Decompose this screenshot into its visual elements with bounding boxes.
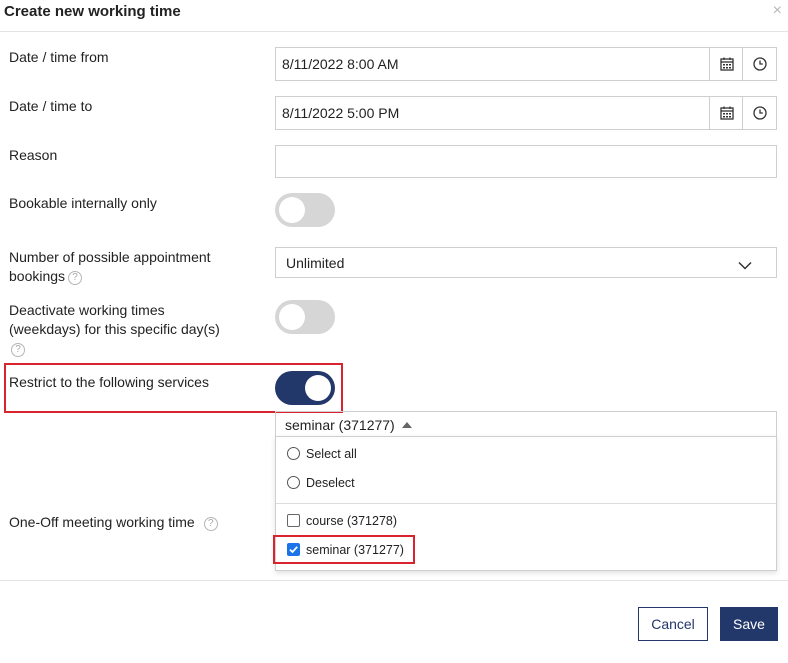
deactivate-weekdays-label-line1: Deactivate working times xyxy=(9,302,165,318)
deselect-label: Deselect xyxy=(306,476,355,490)
select-all-label: Select all xyxy=(306,447,357,461)
clock-icon[interactable] xyxy=(742,97,776,129)
service-option-label: course (371278) xyxy=(306,514,398,528)
clock-icon[interactable] xyxy=(742,48,776,80)
one-off-label-text: One-Off meeting working time xyxy=(9,514,195,530)
date-to-field[interactable]: 8/11/2022 5:00 PM xyxy=(275,96,777,130)
help-icon[interactable]: ? xyxy=(11,343,25,357)
calendar-icon[interactable] xyxy=(709,97,743,129)
bookable-internally-toggle[interactable] xyxy=(275,193,335,227)
service-option-course[interactable]: course (371278) xyxy=(287,514,397,528)
one-off-label: One-Off meeting working time? xyxy=(9,513,218,532)
toggle-knob xyxy=(279,197,305,223)
reason-input[interactable] xyxy=(275,145,777,178)
caret-up-icon xyxy=(401,422,412,428)
date-to-value[interactable]: 8/11/2022 5:00 PM xyxy=(282,105,399,121)
deselect-option[interactable]: Deselect xyxy=(287,476,355,490)
footer-divider xyxy=(0,580,788,581)
divider xyxy=(276,503,776,504)
date-from-label: Date / time from xyxy=(9,49,109,65)
date-from-value[interactable]: 8/11/2022 8:00 AM xyxy=(282,56,399,72)
radio-icon xyxy=(287,447,300,460)
dialog-header: Create new working time × xyxy=(0,0,788,32)
toggle-knob xyxy=(279,304,305,330)
possible-bookings-label-line2: bookings xyxy=(9,268,66,284)
restrict-services-toggle[interactable] xyxy=(275,371,335,405)
deactivate-weekdays-label: Deactivate working times (weekdays) for … xyxy=(9,301,220,358)
services-selected-text: seminar (371277) xyxy=(285,417,412,433)
possible-bookings-label-line1: Number of possible appointment xyxy=(9,249,211,265)
help-icon[interactable]: ? xyxy=(203,517,218,531)
date-to-label: Date / time to xyxy=(9,98,93,114)
possible-bookings-value: Unlimited xyxy=(286,255,345,271)
checkbox-icon[interactable] xyxy=(287,514,300,527)
save-button[interactable]: Save xyxy=(720,607,778,641)
toggle-knob xyxy=(305,375,331,401)
calendar-icon[interactable] xyxy=(709,48,743,80)
close-icon[interactable]: × xyxy=(773,2,782,20)
reason-label: Reason xyxy=(9,147,58,163)
services-multiselect[interactable]: seminar (371277) xyxy=(275,411,777,437)
possible-bookings-label: Number of possible appointment bookings? xyxy=(9,248,211,286)
chevron-down-icon xyxy=(738,257,752,275)
restrict-services-label: Restrict to the following services xyxy=(9,374,209,390)
cancel-button[interactable]: Cancel xyxy=(638,607,708,641)
date-from-field[interactable]: 8/11/2022 8:00 AM xyxy=(275,47,777,81)
help-icon[interactable]: ? xyxy=(68,271,83,285)
radio-icon xyxy=(287,476,300,489)
bookable-internally-label: Bookable internally only xyxy=(9,195,157,211)
highlight-box-seminar xyxy=(273,535,415,564)
dialog-title: Create new working time xyxy=(4,3,181,20)
deactivate-weekdays-toggle[interactable] xyxy=(275,300,335,334)
select-all-option[interactable]: Select all xyxy=(287,447,357,461)
possible-bookings-select[interactable]: Unlimited xyxy=(275,247,777,278)
deactivate-weekdays-label-line2: (weekdays) for this specific day(s) xyxy=(9,321,220,337)
